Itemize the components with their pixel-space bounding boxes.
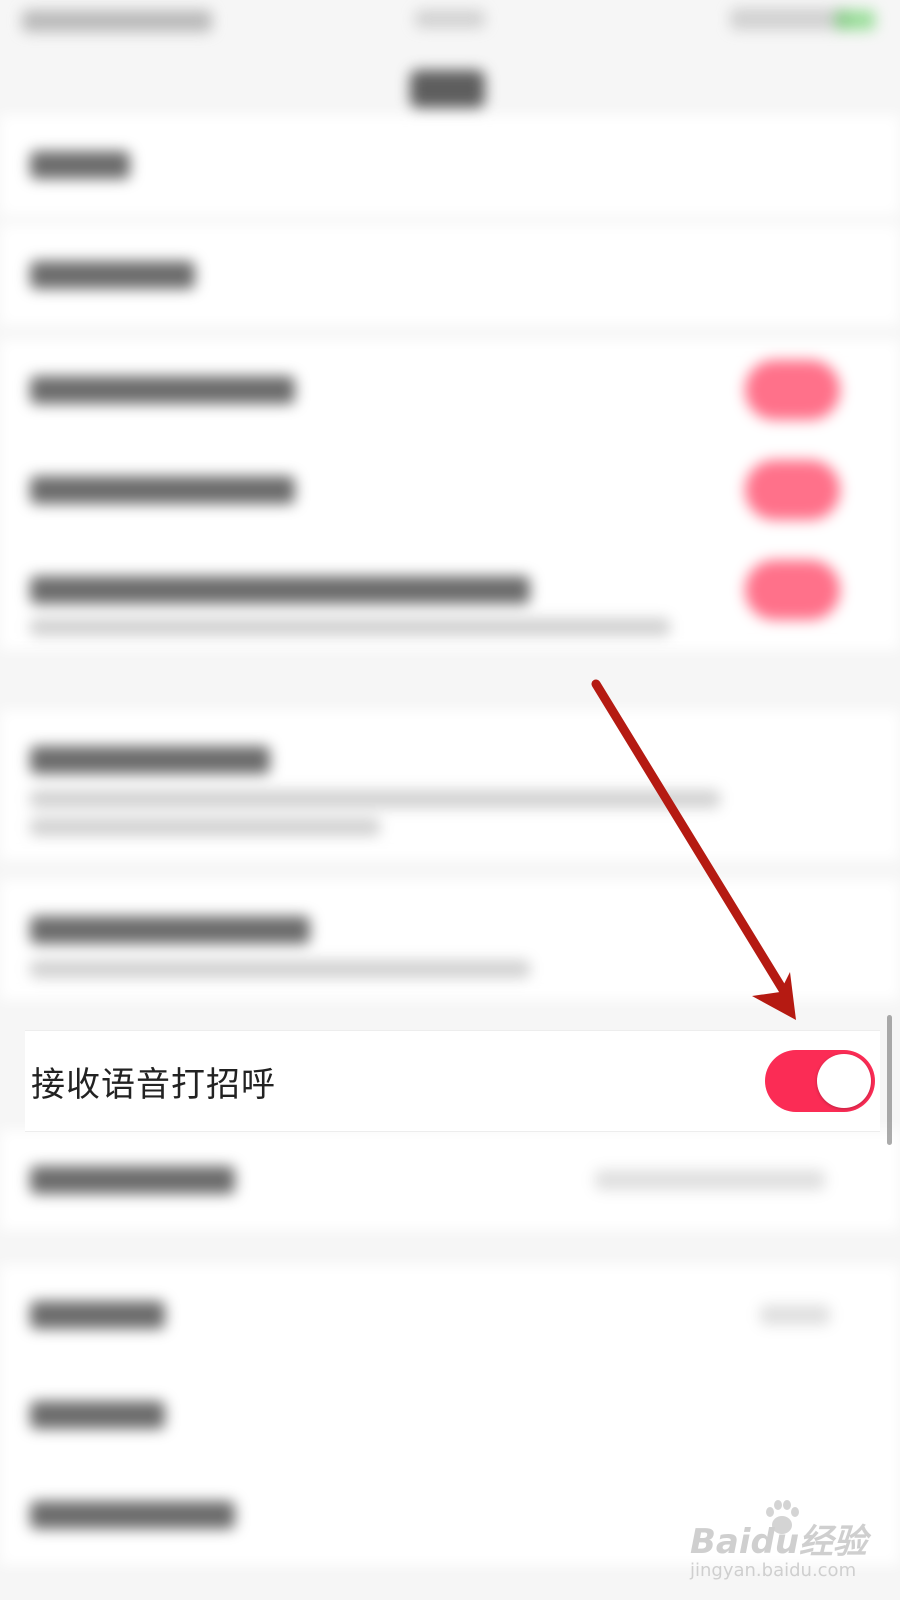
watermark-brand: Baidu经验 bbox=[690, 1522, 868, 1562]
watermark-url: jingyan.baidu.com bbox=[690, 1560, 857, 1581]
baidu-jingyan-watermark: Baidu经验 jingyan.baidu.com bbox=[690, 1500, 890, 1590]
annotation-arrow-icon bbox=[591, 679, 796, 1020]
settings-screen: 接收语音打招呼 Baidu经验 jingyan.baidu.com bbox=[0, 0, 900, 1600]
